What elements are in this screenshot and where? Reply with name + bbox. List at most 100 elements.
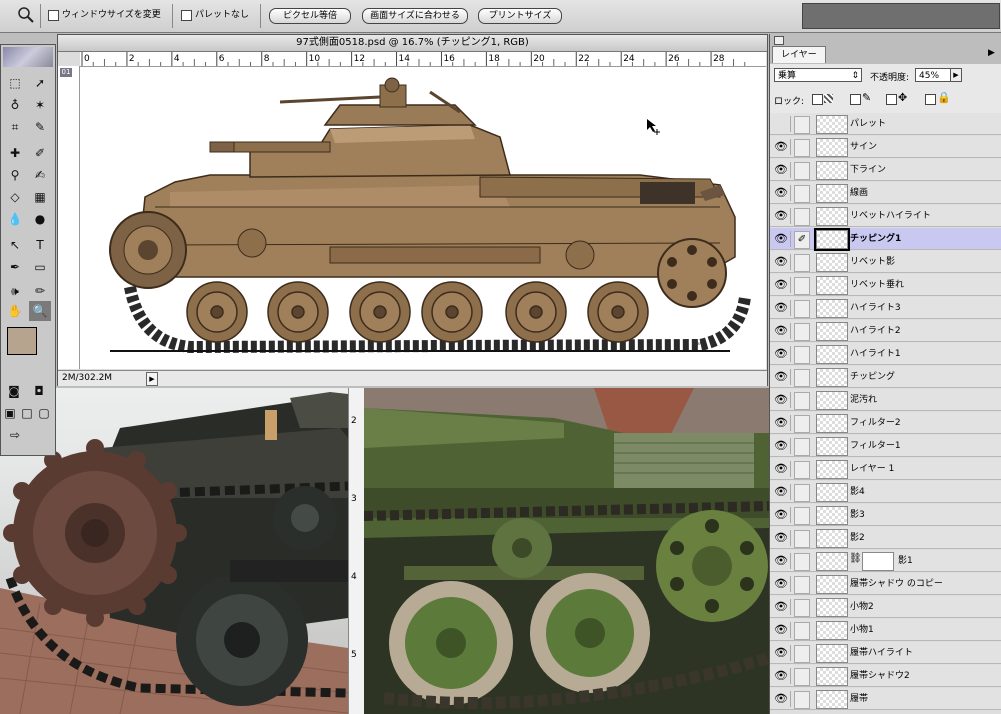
- link-slot[interactable]: [794, 254, 810, 272]
- quick-mask-icon[interactable]: ◘: [29, 381, 49, 401]
- eye-icon[interactable]: 👁: [772, 323, 791, 339]
- link-slot[interactable]: [794, 116, 810, 134]
- link-slot[interactable]: [794, 139, 810, 157]
- layer-row[interactable]: 👁 泥汚れ: [770, 389, 1001, 411]
- screen-mode-standard-icon[interactable]: ▣: [2, 403, 18, 423]
- layer-row[interactable]: 👁 影3: [770, 504, 1001, 526]
- eye-icon[interactable]: 👁: [772, 369, 791, 385]
- lock-transparency-checkbox[interactable]: [812, 94, 823, 105]
- layer-row[interactable]: 👁 フィルター2: [770, 412, 1001, 434]
- foreground-color-swatch[interactable]: [7, 327, 37, 355]
- layer-row[interactable]: 👁 リベット影: [770, 251, 1001, 273]
- palette-menu-arrow-icon[interactable]: ▶: [988, 48, 995, 58]
- palette-well[interactable]: [802, 3, 1000, 29]
- layer-row[interactable]: 👁 線画: [770, 182, 1001, 204]
- healing-brush-icon[interactable]: ✚: [4, 143, 26, 163]
- jump-to-imageready-icon[interactable]: ⇨: [4, 425, 26, 445]
- eye-icon[interactable]: 👁: [772, 668, 791, 684]
- layer-row[interactable]: 👁 フィルター1: [770, 435, 1001, 457]
- layer-row[interactable]: 👁 ⛓ 影1: [770, 550, 1001, 572]
- link-slot[interactable]: [794, 346, 810, 364]
- blend-mode-select[interactable]: 乗算 ⇕: [774, 68, 862, 82]
- magic-wand-icon[interactable]: ✶: [29, 95, 51, 115]
- eye-icon[interactable]: 👁: [772, 691, 791, 707]
- link-slot[interactable]: [794, 599, 810, 617]
- link-slot[interactable]: [794, 553, 810, 571]
- eye-icon[interactable]: 👁: [772, 162, 791, 178]
- lasso-icon[interactable]: ♁: [4, 95, 26, 115]
- blur-icon[interactable]: 💧: [4, 209, 26, 229]
- link-slot[interactable]: [794, 300, 810, 318]
- layer-row[interactable]: 👁 影2: [770, 527, 1001, 549]
- eye-icon[interactable]: 👁: [772, 208, 791, 224]
- tab-layers[interactable]: レイヤー: [772, 46, 826, 63]
- eye-icon[interactable]: 👁: [772, 185, 791, 201]
- link-slot[interactable]: [794, 530, 810, 548]
- pen-icon[interactable]: ✒: [4, 257, 26, 277]
- link-slot[interactable]: [794, 369, 810, 387]
- eye-icon[interactable]: 👁: [772, 576, 791, 592]
- link-slot[interactable]: [794, 484, 810, 502]
- layer-row[interactable]: 👁 小物2: [770, 596, 1001, 618]
- resize-windows-checkbox[interactable]: [48, 10, 59, 21]
- eye-icon[interactable]: 👁: [772, 530, 791, 546]
- link-slot[interactable]: [794, 668, 810, 686]
- rectangle-icon[interactable]: ▭: [29, 257, 51, 277]
- layer-row[interactable]: 👁 履帯ハイライト: [770, 642, 1001, 664]
- eye-icon[interactable]: 👁: [772, 346, 791, 362]
- layer-row[interactable]: 👁 ✐ チッピング1: [770, 228, 1001, 251]
- lock-image-checkbox[interactable]: [850, 94, 861, 105]
- adobe-logo-icon[interactable]: [3, 47, 53, 67]
- paintbrush-icon[interactable]: ✐: [794, 231, 810, 249]
- type-icon[interactable]: T: [29, 235, 51, 255]
- layer-row[interactable]: 👁 履帯シャドウ のコピー: [770, 573, 1001, 595]
- move-icon[interactable]: ➚: [29, 73, 51, 93]
- link-slot[interactable]: [794, 576, 810, 594]
- eye-icon[interactable]: 👁: [772, 507, 791, 523]
- eye-icon[interactable]: 👁: [772, 277, 791, 293]
- actual-pixels-button[interactable]: ピクセル等倍: [269, 8, 351, 24]
- screen-mode-full-menu-icon[interactable]: □: [19, 403, 35, 423]
- document-title-bar[interactable]: 97式側面0518.psd @ 16.7% (チッピング1, RGB): [58, 35, 767, 52]
- link-slot[interactable]: [794, 691, 810, 709]
- hand-icon[interactable]: ✋: [4, 301, 26, 321]
- history-brush-icon[interactable]: ✍: [29, 165, 51, 185]
- layer-row[interactable]: 👁 リベット垂れ: [770, 274, 1001, 296]
- eye-icon[interactable]: 👁: [772, 415, 791, 431]
- layer-row[interactable]: 👁 ハイライト3: [770, 297, 1001, 319]
- zoom-icon[interactable]: 🔍: [29, 301, 51, 321]
- layer-row[interactable]: 👁 サイン: [770, 136, 1001, 158]
- layer-row[interactable]: 👁 履帯: [770, 688, 1001, 710]
- layer-row[interactable]: 👁 履帯シャドウ2: [770, 665, 1001, 687]
- opacity-slider-arrow-icon[interactable]: ▶: [950, 68, 962, 82]
- crop-icon[interactable]: ⌗: [4, 117, 26, 137]
- eye-icon[interactable]: 👁: [772, 254, 791, 270]
- chain-link-icon[interactable]: ⛓: [849, 553, 862, 564]
- marquee-icon[interactable]: ⬚: [4, 73, 26, 93]
- layer-row[interactable]: 👁 下ライン: [770, 159, 1001, 181]
- eraser-icon[interactable]: ◇: [4, 187, 26, 207]
- palette-close-icon[interactable]: [774, 36, 784, 45]
- link-slot[interactable]: [794, 392, 810, 410]
- opacity-input[interactable]: 45%: [915, 68, 953, 82]
- link-slot[interactable]: [794, 645, 810, 663]
- eye-icon[interactable]: 👁: [772, 438, 791, 454]
- brush-icon[interactable]: ✐: [29, 143, 51, 163]
- layer-row[interactable]: 👁 チッピング: [770, 366, 1001, 388]
- layer-row[interactable]: 👁 リベットハイライト: [770, 205, 1001, 227]
- eye-icon[interactable]: 👁: [772, 300, 791, 316]
- clone-stamp-icon[interactable]: ⚲: [4, 165, 26, 185]
- link-slot[interactable]: [794, 438, 810, 456]
- eye-icon[interactable]: 👁: [772, 553, 791, 569]
- path-selection-icon[interactable]: ↖: [4, 235, 26, 255]
- gradient-icon[interactable]: ▦: [29, 187, 51, 207]
- eye-icon[interactable]: 👁: [772, 645, 791, 661]
- link-slot[interactable]: [794, 208, 810, 226]
- fit-screen-button[interactable]: 画面サイズに合わせる: [362, 8, 468, 24]
- no-palette-checkbox[interactable]: [181, 10, 192, 21]
- eye-icon[interactable]: 👁: [772, 484, 791, 500]
- slice-icon[interactable]: ✎: [29, 117, 51, 137]
- standard-mode-icon[interactable]: ◙: [4, 381, 24, 401]
- link-slot[interactable]: [794, 507, 810, 525]
- eye-icon[interactable]: [772, 116, 791, 132]
